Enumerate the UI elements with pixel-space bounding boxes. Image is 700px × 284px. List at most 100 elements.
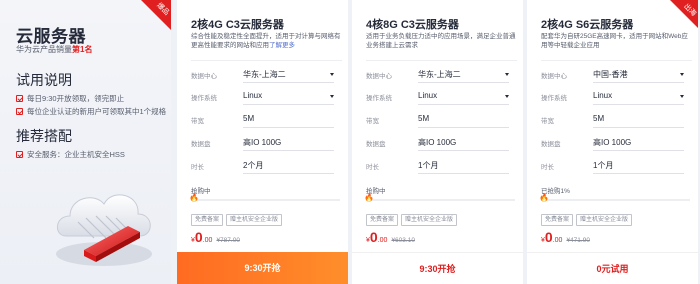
divider bbox=[191, 60, 342, 61]
price-decimal: .00 bbox=[202, 237, 213, 244]
disk-row: 数据盘 高IO 100G bbox=[366, 136, 509, 151]
row-underline bbox=[593, 104, 684, 105]
row-underline bbox=[418, 173, 509, 174]
os-select[interactable]: 操作系统 Linux bbox=[541, 90, 684, 105]
tag-free-filing: 免费备案 bbox=[366, 214, 399, 226]
row-label: 带宽 bbox=[541, 118, 554, 125]
dropdown-arrow-icon bbox=[330, 73, 334, 76]
product-card-3: 出海 2核4G S6云服务器 配套华为自研25GE高速网卡，适用于网站和Web应… bbox=[527, 0, 698, 284]
cloud-server-illustration bbox=[56, 194, 152, 266]
check-icon bbox=[16, 95, 23, 102]
grab-button[interactable]: 9:30开抢 bbox=[177, 252, 348, 284]
dropdown-arrow-icon bbox=[505, 73, 509, 76]
tag-hss-gift: 赠主机安全企业版 bbox=[576, 214, 633, 226]
learn-more-link[interactable]: 了解更多 bbox=[269, 42, 295, 49]
price-decimal: .00 bbox=[552, 237, 563, 244]
price: ¥0.00 ¥787.00 bbox=[191, 229, 240, 245]
row-label: 操作系统 bbox=[541, 95, 567, 102]
row-label: 数据盘 bbox=[541, 141, 561, 148]
trial-rule-text: 每日9:30开放领取，领完即止 bbox=[27, 94, 125, 103]
dropdown-arrow-icon bbox=[330, 95, 334, 98]
progress-bar: 🔥 bbox=[364, 194, 515, 202]
row-value: 高IO 100G bbox=[593, 138, 632, 147]
price: ¥0.00 ¥603.10 bbox=[366, 229, 415, 245]
row-underline bbox=[243, 127, 334, 128]
row-label: 数据盘 bbox=[191, 141, 211, 148]
corner-ribbon: 爆品 bbox=[141, 0, 171, 30]
check-icon bbox=[16, 108, 23, 115]
divider bbox=[541, 60, 692, 61]
os-select[interactable]: 操作系统 Linux bbox=[191, 90, 334, 105]
row-value: 1个月 bbox=[418, 161, 439, 170]
flame-icon: 🔥 bbox=[189, 193, 199, 202]
row-underline bbox=[418, 82, 509, 83]
price-integer: 0 bbox=[544, 229, 553, 245]
duration-row: 时长 2个月 bbox=[191, 159, 334, 174]
card-description: 综合性能及稳定性全面提升，适用于对计算与网络有更高性能要求的网站和应用了解更多 bbox=[191, 32, 341, 50]
sales-prefix: 华为云产品销量 bbox=[16, 45, 72, 54]
os-select[interactable]: 操作系统 Linux bbox=[366, 90, 509, 105]
grab-button[interactable]: 9:30开抢 bbox=[352, 252, 523, 284]
free-trial-button[interactable]: 0元试用 bbox=[527, 252, 698, 284]
sales-rank-text: 华为云产品销量第1名 bbox=[16, 44, 92, 55]
check-icon bbox=[16, 151, 23, 158]
region-select[interactable]: 数据中心 华东-上海二 bbox=[191, 68, 334, 83]
card-description: 适用于业务负载压力适中的应用场景，满足企业普通业务搭建上云需求 bbox=[366, 33, 516, 49]
combo-item-text: 安全服务：企业主机安全HSS bbox=[27, 150, 125, 159]
region-select[interactable]: 数据中心 中国-香港 bbox=[541, 68, 684, 83]
badge-label: 出海 bbox=[682, 2, 698, 18]
row-underline bbox=[593, 173, 684, 174]
row-value: 5M bbox=[593, 114, 605, 123]
combo-item: 安全服务：企业主机安全HSS bbox=[16, 149, 125, 160]
original-price: ¥603.10 bbox=[391, 237, 415, 244]
tag-free-filing: 免费备案 bbox=[541, 214, 574, 226]
bandwidth-row: 带宽 5M bbox=[366, 113, 509, 128]
row-label: 操作系统 bbox=[366, 95, 392, 102]
price-decimal: .00 bbox=[377, 237, 388, 244]
row-underline bbox=[593, 150, 684, 151]
tag-list: 免费备案 赠主机安全企业版 bbox=[541, 208, 635, 226]
sales-rank: 第1名 bbox=[72, 45, 93, 54]
duration-row: 时长 1个月 bbox=[541, 159, 684, 174]
product-card-1: 2核4G C3云服务器 综合性能及稳定性全面提升，适用于对计算与网络有更高性能要… bbox=[177, 0, 348, 284]
row-value: 华东-上海二 bbox=[243, 70, 286, 79]
row-label: 时长 bbox=[191, 164, 204, 171]
row-value: Linux bbox=[243, 91, 263, 100]
row-label: 数据盘 bbox=[366, 141, 386, 148]
row-label: 带宽 bbox=[366, 118, 379, 125]
row-value: 5M bbox=[243, 114, 255, 123]
row-underline bbox=[593, 127, 684, 128]
row-label: 数据中心 bbox=[191, 73, 217, 80]
tag-hss-gift: 赠主机安全企业版 bbox=[226, 214, 283, 226]
row-label: 数据中心 bbox=[366, 73, 392, 80]
row-underline bbox=[593, 82, 684, 83]
row-underline bbox=[418, 104, 509, 105]
product-card-2: 4核8G C3云服务器 适用于业务负载压力适中的应用场景，满足企业普通业务搭建上… bbox=[352, 0, 523, 284]
page: 爆品 云服务器 华为云产品销量第1名 试用说明 每日9:30开放领取，领完即止 … bbox=[0, 0, 700, 284]
trial-heading: 试用说明 bbox=[16, 72, 72, 88]
card-description: 配套华为自研25GE高速网卡，适用于网站和Web应用等中轻载企业应用 bbox=[541, 33, 688, 49]
card-title: 2核4G C3云服务器 bbox=[191, 19, 284, 31]
flame-icon: 🔥 bbox=[364, 193, 374, 202]
trial-rule-text: 每位企业认证的新用户可领取其中1个规格 bbox=[27, 107, 167, 116]
row-underline bbox=[243, 173, 334, 174]
trial-rule-2: 每位企业认证的新用户可领取其中1个规格 bbox=[16, 106, 166, 117]
row-value: Linux bbox=[418, 91, 438, 100]
row-value: 中国-香港 bbox=[593, 70, 628, 79]
flame-icon: 🔥 bbox=[539, 193, 549, 202]
row-value: 高IO 100G bbox=[418, 138, 457, 147]
row-underline bbox=[243, 150, 334, 151]
price-integer: 0 bbox=[194, 229, 203, 245]
divider bbox=[366, 60, 517, 61]
row-label: 时长 bbox=[366, 164, 379, 171]
row-value: Linux bbox=[593, 91, 613, 100]
disk-row: 数据盘 高IO 100G bbox=[541, 136, 684, 151]
price: ¥0.00 ¥471.90 bbox=[541, 229, 590, 245]
row-underline bbox=[243, 104, 334, 105]
original-price: ¥787.00 bbox=[216, 237, 240, 244]
tag-list: 免费备案 赠主机安全企业版 bbox=[366, 208, 460, 226]
bandwidth-row: 带宽 5M bbox=[191, 113, 334, 128]
card-description-text: 综合性能及稳定性全面提升，适用于对计算与网络有更高性能要求的网站和应用 bbox=[191, 33, 341, 49]
progress-bar: 🔥 bbox=[189, 194, 340, 202]
region-select[interactable]: 数据中心 华东-上海二 bbox=[366, 68, 509, 83]
